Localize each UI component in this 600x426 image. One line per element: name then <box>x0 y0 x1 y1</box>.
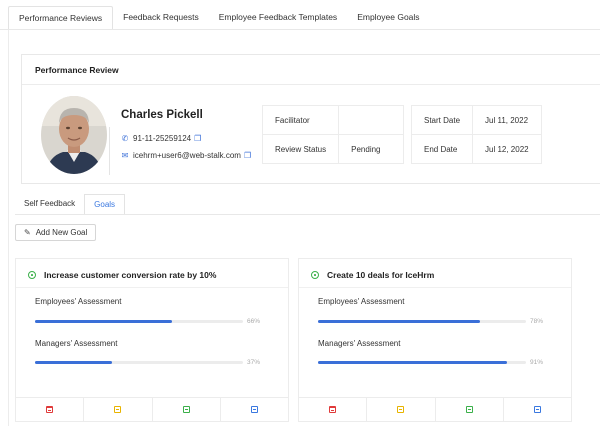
tab-employee-goals[interactable]: Employee Goals <box>347 6 429 30</box>
employee-name: Charles Pickell <box>121 109 203 121</box>
complete-icon <box>182 406 190 413</box>
edit-goal-button[interactable] <box>367 398 436 421</box>
employee-phone-number: 91-11-25259124 <box>133 134 192 143</box>
manager-assessment-fill <box>35 361 112 364</box>
view-icon <box>250 406 258 413</box>
edit-icon <box>397 406 405 413</box>
tabs-divider <box>0 29 600 30</box>
employee-assessment-label: Employees' Assessment <box>35 297 122 306</box>
employee-assessment-percent: 66% <box>247 318 261 325</box>
employee-phone: ✆ 91-11-25259124 ❐ <box>121 134 202 143</box>
manager-assessment-percent: 37% <box>247 359 261 366</box>
delete-icon <box>46 406 54 413</box>
view-goal-button[interactable] <box>221 398 288 421</box>
avatar <box>41 96 107 174</box>
goal-actions <box>299 397 571 421</box>
tab-performance-reviews[interactable]: Performance Reviews <box>8 6 114 30</box>
status-dot-icon <box>311 271 319 279</box>
employee-email: ✉ icehrm+user6@web-stalk.com ❐ <box>121 151 251 160</box>
goal-actions <box>16 397 288 421</box>
goal-title: Create 10 deals for IceHrm <box>327 270 435 280</box>
add-new-goal-label: Add New Goal <box>35 228 88 237</box>
review-info-table: Facilitator Review Status Pending <box>261 105 405 164</box>
goal-header-divider <box>299 287 571 288</box>
employee-assessment-percent: 78% <box>530 318 544 325</box>
goal-header: Create 10 deals for IceHrm <box>311 270 434 280</box>
goal-card: Increase customer conversion rate by 10%… <box>15 258 289 422</box>
manager-assessment-bar <box>318 361 526 364</box>
start-date-value: Jul 11, 2022 <box>472 105 542 135</box>
complete-goal-button[interactable] <box>436 398 504 421</box>
goal-card: Create 10 deals for IceHrm Employees' As… <box>298 258 572 422</box>
review-status-value: Pending <box>338 134 405 164</box>
goal-title: Increase customer conversion rate by 10% <box>44 270 217 280</box>
tab-goals[interactable]: Goals <box>84 194 126 215</box>
vertical-divider <box>109 127 110 175</box>
sub-tabs-divider <box>15 214 600 215</box>
phone-icon: ✆ <box>121 134 129 143</box>
delete-icon <box>329 406 337 413</box>
mail-icon: ✉ <box>121 151 129 160</box>
goal-header-divider <box>16 287 288 288</box>
employee-assessment-bar <box>35 320 243 323</box>
employee-assessment-label: Employees' Assessment <box>318 297 405 306</box>
view-goal-button[interactable] <box>504 398 571 421</box>
pen-icon: ✎ <box>24 228 31 237</box>
end-date-label: End Date <box>410 134 474 164</box>
manager-assessment-label: Managers' Assessment <box>35 339 118 348</box>
top-tabs: Performance Reviews Feedback Requests Em… <box>8 6 430 30</box>
edit-icon <box>114 406 122 413</box>
employee-assessment-fill <box>35 320 173 323</box>
delete-goal-button[interactable] <box>299 398 368 421</box>
employee-assessment-bar <box>318 320 526 323</box>
add-new-goal-button[interactable]: ✎ Add New Goal <box>15 224 97 241</box>
review-panel: Performance Review Charles Pickell ✆ 91-… <box>21 54 600 184</box>
copy-icon[interactable]: ❐ <box>194 134 201 143</box>
review-dates-table: Start Date Jul 11, 2022 End Date Jul 12,… <box>410 105 542 164</box>
edit-goal-button[interactable] <box>84 398 153 421</box>
end-date-value: Jul 12, 2022 <box>472 134 542 164</box>
copy-icon[interactable]: ❐ <box>244 151 251 160</box>
facilitator-label: Facilitator <box>261 105 340 135</box>
start-date-label: Start Date <box>410 105 474 135</box>
tab-self-feedback[interactable]: Self Feedback <box>15 194 84 215</box>
complete-icon <box>465 406 473 413</box>
employee-assessment-fill <box>318 320 481 323</box>
tab-employee-feedback-templates[interactable]: Employee Feedback Templates <box>209 6 347 30</box>
goal-header: Increase customer conversion rate by 10% <box>28 270 216 280</box>
delete-goal-button[interactable] <box>16 398 85 421</box>
content-border <box>8 30 9 426</box>
view-icon <box>533 406 541 413</box>
sub-tabs: Self Feedback Goals <box>15 194 126 215</box>
facilitator-value <box>338 105 405 135</box>
employee-email-address: icehrm+user6@web-stalk.com <box>133 151 241 160</box>
status-dot-icon <box>28 271 36 279</box>
complete-goal-button[interactable] <box>153 398 221 421</box>
manager-assessment-fill <box>318 361 508 364</box>
manager-assessment-label: Managers' Assessment <box>318 339 401 348</box>
review-status-label: Review Status <box>261 134 340 164</box>
review-panel-title: Performance Review <box>22 55 600 85</box>
tab-feedback-requests[interactable]: Feedback Requests <box>113 6 209 30</box>
manager-assessment-percent: 91% <box>530 359 544 366</box>
manager-assessment-bar <box>35 361 243 364</box>
